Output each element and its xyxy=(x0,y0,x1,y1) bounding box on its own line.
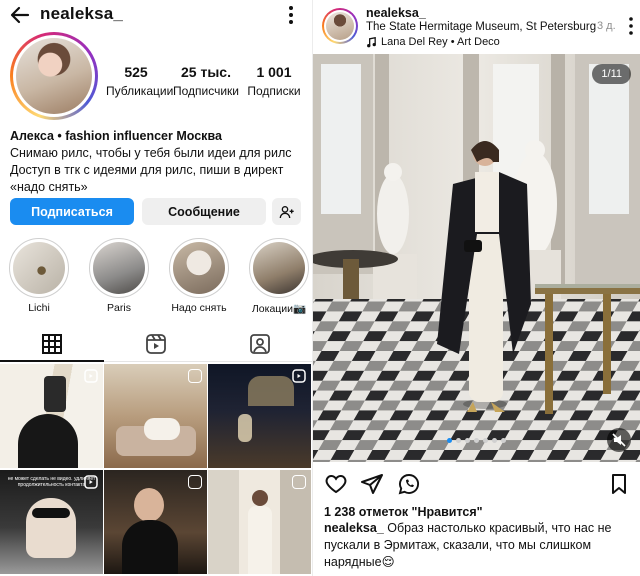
stat-posts-count: 525 xyxy=(124,64,148,80)
stat-posts-label: Публикации xyxy=(106,84,174,98)
post-photo[interactable]: 1/11 xyxy=(313,54,640,462)
profile-username: nealeksa_ xyxy=(40,4,124,23)
post-music-label: Lana Del Rey • Art Deco xyxy=(381,36,500,48)
hermitage-photo xyxy=(313,54,640,462)
grid-icon[interactable] xyxy=(40,332,64,356)
bio-line: Снимаю рилс, чтобы у тебя были идеи для … xyxy=(10,146,292,160)
highlight-locations[interactable]: Локации📷 xyxy=(248,238,310,315)
bio-line: «надо снять» xyxy=(10,180,88,194)
bio-line: Доступ в тгк с идеями для рилс, пиши в д… xyxy=(10,163,284,177)
likes-count[interactable]: 1 238 отметок "Нравится" xyxy=(324,505,483,519)
follow-button[interactable]: Подписаться xyxy=(10,198,134,225)
stat-followers-label: Подписчики xyxy=(172,84,239,98)
stat-following-count: 1 001 xyxy=(256,64,292,80)
back-arrow-icon[interactable] xyxy=(8,3,32,27)
profile-avatar[interactable] xyxy=(10,32,98,120)
grid-post[interactable] xyxy=(104,364,207,468)
post-author-avatar[interactable] xyxy=(322,8,358,44)
reel-badge-icon xyxy=(84,369,98,383)
reel-badge-icon xyxy=(292,369,306,383)
carousel-dot[interactable] xyxy=(465,438,470,443)
highlight-lichi[interactable]: Lichi xyxy=(8,238,70,314)
post-panel: nealeksa_ The State Hermitage Museum, St… xyxy=(312,0,640,576)
tagged-icon[interactable] xyxy=(248,332,272,356)
highlight-label: Надо снять xyxy=(171,302,227,314)
highlight-to-shoot[interactable]: Надо снять xyxy=(168,238,230,314)
carousel-badge-icon xyxy=(292,475,306,489)
share-send-icon[interactable] xyxy=(360,472,384,496)
stat-following[interactable]: 1 001 Подписки xyxy=(244,64,304,98)
profile-header: nealeksa_ xyxy=(0,0,312,30)
stat-followers[interactable]: 25 тыс. Подписчики xyxy=(170,64,242,98)
grid-post[interactable]: не может сделать не видео. удлиняет прод… xyxy=(0,470,103,574)
suggested-users-button[interactable] xyxy=(272,198,301,225)
stat-following-label: Подписки xyxy=(247,84,301,98)
grid-post[interactable] xyxy=(208,470,311,574)
more-options-icon[interactable] xyxy=(286,4,296,26)
grid-post[interactable] xyxy=(104,470,207,574)
bio-name: Алекса • fashion influencer Москва xyxy=(10,129,222,143)
stat-posts[interactable]: 525 Публикации xyxy=(106,64,174,98)
highlight-label: Lichi xyxy=(28,302,50,314)
grid-post[interactable] xyxy=(208,364,311,468)
post-caption: nealeksa_ Образ настолько красивый, что … xyxy=(324,520,634,571)
carousel-badge-icon xyxy=(188,369,202,383)
post-music[interactable]: Lana Del Rey • Art Deco xyxy=(366,36,500,48)
post-more-icon[interactable] xyxy=(627,16,635,36)
post-timestamp: 3 д. xyxy=(597,20,616,32)
carousel-dot[interactable] xyxy=(492,438,497,443)
carousel-badge-icon xyxy=(188,475,202,489)
grid-post[interactable] xyxy=(0,364,103,468)
posts-grid: не может сделать не видео. удлиняет прод… xyxy=(0,364,312,576)
like-heart-icon[interactable] xyxy=(324,472,348,496)
stat-followers-count: 25 тыс. xyxy=(181,64,231,80)
highlight-paris[interactable]: Paris xyxy=(88,238,150,314)
profile-bio: Алекса • fashion influencer Москва Снима… xyxy=(10,128,308,196)
message-button[interactable]: Сообщение xyxy=(142,198,266,225)
carousel-dot[interactable] xyxy=(483,438,488,443)
music-note-icon xyxy=(367,36,376,47)
post-actions xyxy=(313,472,640,498)
carousel-dot[interactable] xyxy=(474,438,479,443)
whatsapp-icon[interactable] xyxy=(397,472,421,496)
reels-icon[interactable] xyxy=(144,332,168,356)
caption-username[interactable]: nealeksa_ xyxy=(324,521,384,535)
slide-counter: 1/11 xyxy=(592,64,631,84)
highlight-label: Paris xyxy=(107,302,131,314)
highlight-label: Локации📷 xyxy=(251,303,307,315)
profile-panel: nealeksa_ 525 Публикации 25 тыс. Подписч… xyxy=(0,0,312,576)
carousel-dot[interactable] xyxy=(456,438,461,443)
carousel-dots xyxy=(313,438,640,443)
post-location[interactable]: The State Hermitage Museum, St Petersbur… xyxy=(366,21,596,33)
active-tab-indicator xyxy=(0,360,104,362)
carousel-dot[interactable] xyxy=(501,438,506,443)
add-person-icon xyxy=(279,205,294,218)
carousel-dot[interactable] xyxy=(447,438,452,443)
profile-tabs xyxy=(0,326,312,362)
save-bookmark-icon[interactable] xyxy=(607,472,631,496)
post-username[interactable]: nealeksa_ xyxy=(366,6,426,20)
reel-badge-icon xyxy=(84,475,98,489)
